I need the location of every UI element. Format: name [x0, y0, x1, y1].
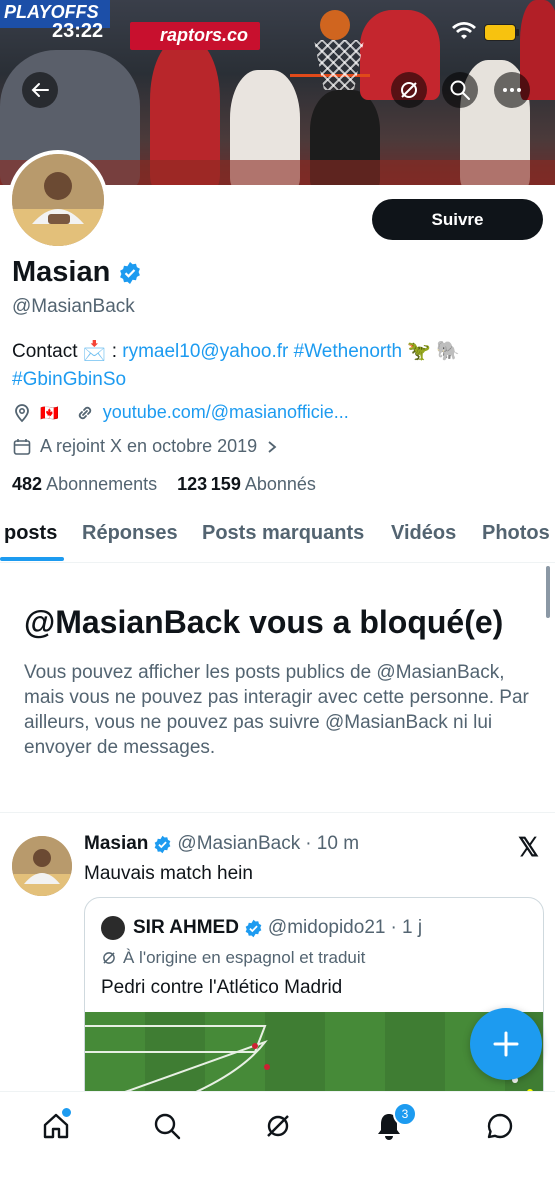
status-time: 23:22 — [52, 20, 104, 42]
back-arrow-icon — [31, 83, 49, 97]
grok-icon — [267, 1115, 289, 1137]
quoted-author-handle: @midopido21 — [267, 917, 386, 938]
notifications-badge: 3 — [393, 1102, 417, 1126]
following-link[interactable]: 482 Abonnements — [12, 474, 157, 494]
bio-hashtag-gbingbinso[interactable]: #GbinGbinSo — [12, 369, 126, 390]
blocked-title: @MasianBack vous a bloqué(e) — [24, 604, 504, 640]
profile-name-text: Masian — [12, 256, 111, 288]
search-icon — [450, 80, 470, 100]
more-icon — [503, 88, 521, 92]
post-author-name[interactable]: Masian — [84, 833, 148, 855]
following-count: 482 — [12, 474, 43, 494]
home-notification-dot — [60, 1106, 73, 1119]
profile-avatar[interactable] — [8, 150, 108, 250]
battery-icon — [484, 24, 519, 41]
plus-icon — [493, 1031, 519, 1057]
search-button[interactable] — [442, 72, 478, 108]
link-icon — [78, 406, 91, 419]
location-icon — [15, 403, 29, 422]
scrollbar[interactable] — [546, 566, 550, 618]
bio-email-link[interactable]: rymael10@yahoo.fr — [122, 341, 288, 362]
followers-count: 123 159 — [177, 474, 241, 494]
followers-link[interactable]: 123 159 Abonnés — [177, 474, 316, 494]
profile-name: Masian — [12, 256, 142, 289]
quoted-post[interactable]: SIR AHMED @midopido21 · 1 j À l'origine … — [84, 897, 544, 1119]
verified-badge-icon[interactable] — [118, 261, 142, 285]
wifi-icon — [452, 22, 476, 39]
post-avatar[interactable] — [12, 836, 72, 896]
quoted-author-name: SIR AHMED — [133, 917, 239, 938]
x-logo-icon[interactable]: 𝕏 — [518, 832, 539, 863]
nav-home[interactable] — [38, 1106, 74, 1144]
tab-replies[interactable]: Réponses — [82, 522, 178, 545]
post-header: Masian @MasianBack · 10 m — [84, 833, 359, 855]
profile-meta-row: 🇨🇦 youtube.com/@masianofficie... — [12, 402, 349, 423]
quoted-post-time: · 1 j — [390, 917, 423, 938]
bio-hashtag-wethenorth[interactable]: #Wethenorth — [294, 341, 402, 362]
grok-icon — [401, 82, 417, 98]
banner-ad-text-2: raptors.co — [160, 25, 249, 45]
following-label: Abonnements — [46, 474, 158, 494]
followers-label: Abonnés — [244, 474, 316, 494]
follow-counts: 482 Abonnements 123 159 Abonnés — [12, 474, 316, 495]
more-button[interactable] — [494, 72, 530, 108]
chevron-right-icon — [268, 440, 277, 453]
verified-badge-icon — [155, 835, 171, 853]
bio-emoji: 🦖 🐘 — [402, 341, 460, 362]
bio-prefix: Contact 📩 : — [12, 341, 123, 362]
post-avatar-image — [12, 836, 72, 896]
quoted-post-header: SIR AHMED @midopido21 · 1 j — [133, 917, 422, 939]
quoted-post-text: Pedri contre l'Atlético Madrid — [101, 977, 343, 998]
profile-tabs: posts Réponses Posts marquants Vidéos Ph… — [0, 514, 555, 563]
back-button[interactable] — [22, 72, 58, 108]
profile-joined-row[interactable]: A rejoint X en octobre 2019 — [12, 436, 279, 457]
profile-bio: Contact 📩 : rymael10@yahoo.fr #Wethenort… — [12, 338, 542, 394]
tab-photos[interactable]: Photos — [482, 522, 550, 545]
blocked-description: Vous pouvez afficher les posts publics d… — [24, 662, 529, 758]
tab-videos[interactable]: Vidéos — [391, 522, 456, 545]
nav-grok[interactable] — [260, 1108, 296, 1144]
profile-handle: @MasianBack — [12, 296, 135, 317]
divider — [0, 812, 555, 813]
grok-icon — [103, 952, 115, 964]
tab-highlights[interactable]: Posts marquants — [202, 522, 364, 545]
basketball — [320, 10, 350, 40]
post-time[interactable]: · 10 m — [305, 833, 359, 855]
tab-posts[interactable]: posts — [4, 522, 57, 545]
verified-badge-icon — [245, 919, 262, 937]
nav-search[interactable] — [149, 1108, 185, 1144]
follow-button[interactable]: Suivre — [372, 199, 543, 240]
nav-notifications[interactable]: 3 — [371, 1102, 417, 1144]
nav-messages[interactable] — [482, 1108, 518, 1144]
post-author-handle[interactable]: @MasianBack — [177, 833, 300, 855]
search-icon — [154, 1113, 181, 1140]
compose-button[interactable] — [470, 1008, 542, 1080]
calendar-icon — [13, 438, 31, 455]
chat-bubble-icon — [487, 1113, 513, 1139]
joined-text: A rejoint X en octobre 2019 — [40, 436, 258, 456]
grok-button[interactable] — [391, 72, 427, 108]
translation-note-text: À l'origine en espagnol et traduit — [123, 948, 366, 967]
avatar-image — [12, 154, 104, 246]
post-text: Mauvais match hein — [84, 863, 253, 884]
location-flag: 🇨🇦 — [40, 404, 59, 422]
translation-note: À l'origine en espagnol et traduit — [101, 948, 365, 968]
active-tab-indicator — [0, 557, 64, 561]
quoted-post-avatar[interactable] — [101, 916, 125, 940]
bottom-navigation: 3 — [0, 1091, 555, 1201]
website-link[interactable]: youtube.com/@masianofficie... — [103, 402, 349, 423]
